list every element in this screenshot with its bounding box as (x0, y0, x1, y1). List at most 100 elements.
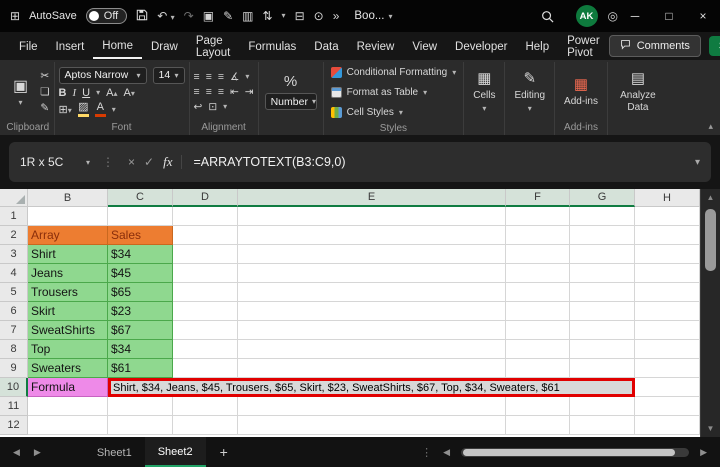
row-header-9[interactable]: 9 (0, 359, 28, 378)
cell[interactable] (238, 397, 506, 416)
cell-B2[interactable]: Array (28, 226, 108, 245)
cell[interactable] (635, 207, 700, 226)
assistant-icon[interactable]: ◎ (608, 10, 618, 22)
cell[interactable] (238, 340, 506, 359)
increase-font-size-button[interactable]: A▴ (106, 87, 117, 99)
cell[interactable] (238, 283, 506, 302)
cell[interactable] (635, 416, 700, 435)
cell[interactable] (173, 264, 238, 283)
cell[interactable] (570, 340, 635, 359)
cell-C2[interactable]: Sales (108, 226, 173, 245)
row-header-6[interactable]: 6 (0, 302, 28, 321)
cell-B4[interactable]: Jeans (28, 264, 108, 283)
expand-formula-bar-icon[interactable]: ▾ (695, 157, 711, 168)
formula-bar-grip[interactable]: ⋮ (97, 155, 119, 169)
format-painter-icon[interactable]: ✎ (223, 10, 233, 22)
cell[interactable] (238, 321, 506, 340)
cell[interactable] (173, 359, 238, 378)
font-size-select[interactable]: 14 ▾ (153, 67, 185, 84)
cell-B10[interactable]: Formula (28, 378, 108, 397)
cut-icon[interactable]: ✂ (40, 70, 49, 82)
row-header-10[interactable]: 10 (0, 378, 28, 397)
cell[interactable] (570, 397, 635, 416)
column-header-H[interactable]: H (635, 189, 700, 207)
cell[interactable] (506, 283, 570, 302)
merge-center-icon[interactable]: ⊡ (208, 101, 217, 113)
row-header-5[interactable]: 5 (0, 283, 28, 302)
horizontal-scrollbar-track[interactable] (461, 448, 689, 457)
column-header-E[interactable]: E (238, 189, 506, 207)
align-top-icon[interactable]: ≡ (194, 71, 200, 83)
minimize-button[interactable]: ─ (618, 0, 652, 32)
cell-C8[interactable]: $34 (108, 340, 173, 359)
share-button[interactable]: Share ▾ (709, 36, 720, 56)
cell[interactable] (173, 321, 238, 340)
tab-help[interactable]: Help (516, 35, 558, 58)
cell-C9[interactable]: $61 (108, 359, 173, 378)
analyze-data-button[interactable]: ▤ Analyze Data (612, 70, 664, 113)
chart-icon[interactable]: ▥ (242, 10, 253, 22)
italic-button[interactable]: I (73, 87, 77, 99)
align-left-icon[interactable]: ≡ (194, 86, 200, 98)
tab-home[interactable]: Home (93, 34, 142, 59)
cancel-icon[interactable]: × (128, 155, 135, 169)
cell-B7[interactable]: SweatShirts (28, 321, 108, 340)
next-sheet-icon[interactable]: ▶ (29, 447, 46, 458)
cell[interactable] (635, 340, 700, 359)
row-header-3[interactable]: 3 (0, 245, 28, 264)
cell-C5[interactable]: $65 (108, 283, 173, 302)
column-header-C[interactable]: C (108, 189, 173, 207)
cell[interactable] (238, 302, 506, 321)
chevron-down-icon[interactable]: ▾ (96, 88, 100, 97)
sheet-tab-sheet2[interactable]: Sheet2 (145, 437, 206, 467)
enter-icon[interactable]: ✓ (144, 155, 154, 169)
row-header-8[interactable]: 8 (0, 340, 28, 359)
cell[interactable] (28, 207, 108, 226)
cell[interactable] (506, 416, 570, 435)
tab-power-pivot[interactable]: Power Pivot (558, 29, 609, 64)
cell[interactable] (570, 283, 635, 302)
cell[interactable] (635, 321, 700, 340)
increase-indent-icon[interactable]: ⇥ (245, 86, 254, 98)
cell[interactable] (635, 397, 700, 416)
save-icon[interactable] (136, 9, 148, 23)
tab-splitter-grip[interactable]: ⋮ (421, 446, 432, 459)
select-all-button[interactable] (0, 189, 28, 207)
cell[interactable] (28, 416, 108, 435)
cell[interactable] (635, 359, 700, 378)
cell-C4[interactable]: $45 (108, 264, 173, 283)
cell[interactable] (173, 226, 238, 245)
scroll-right-icon[interactable]: ▶ (695, 447, 712, 458)
undo-button[interactable]: ↶ ▾ (157, 10, 174, 22)
scroll-up-icon[interactable]: ▲ (701, 193, 720, 202)
collapse-ribbon-icon[interactable]: ▴ (708, 121, 713, 132)
cell[interactable] (238, 359, 506, 378)
cell[interactable] (108, 397, 173, 416)
cell[interactable] (635, 283, 700, 302)
cell[interactable] (506, 264, 570, 283)
avatar[interactable]: AK (576, 5, 598, 27)
cell[interactable] (173, 397, 238, 416)
cell-B3[interactable]: Shirt (28, 245, 108, 264)
cell-B5[interactable]: Trousers (28, 283, 108, 302)
tab-view[interactable]: View (403, 35, 446, 58)
column-header-G[interactable]: G (570, 189, 635, 207)
cell[interactable] (570, 264, 635, 283)
number-format-select[interactable]: Number ▾ (265, 93, 317, 110)
wrap-text-icon[interactable]: ↩ (194, 101, 203, 113)
cell[interactable] (173, 416, 238, 435)
cell[interactable] (570, 245, 635, 264)
cell[interactable] (570, 302, 635, 321)
row-header-4[interactable]: 4 (0, 264, 28, 283)
search-icon[interactable] (529, 10, 566, 23)
align-middle-icon[interactable]: ≡ (206, 71, 212, 83)
more-commands-icon[interactable]: » (333, 10, 340, 22)
copy-icon[interactable]: ❏ (40, 86, 49, 98)
align-bottom-icon[interactable]: ≡ (218, 71, 224, 83)
cell[interactable] (108, 416, 173, 435)
new-sheet-button[interactable]: + (210, 444, 238, 460)
name-box[interactable]: 1R x 5C ▾ (9, 155, 97, 169)
editing-button[interactable]: ✎ Editing ▾ (509, 70, 550, 114)
camera-icon[interactable]: ⊙ (314, 10, 324, 22)
cell[interactable] (506, 321, 570, 340)
